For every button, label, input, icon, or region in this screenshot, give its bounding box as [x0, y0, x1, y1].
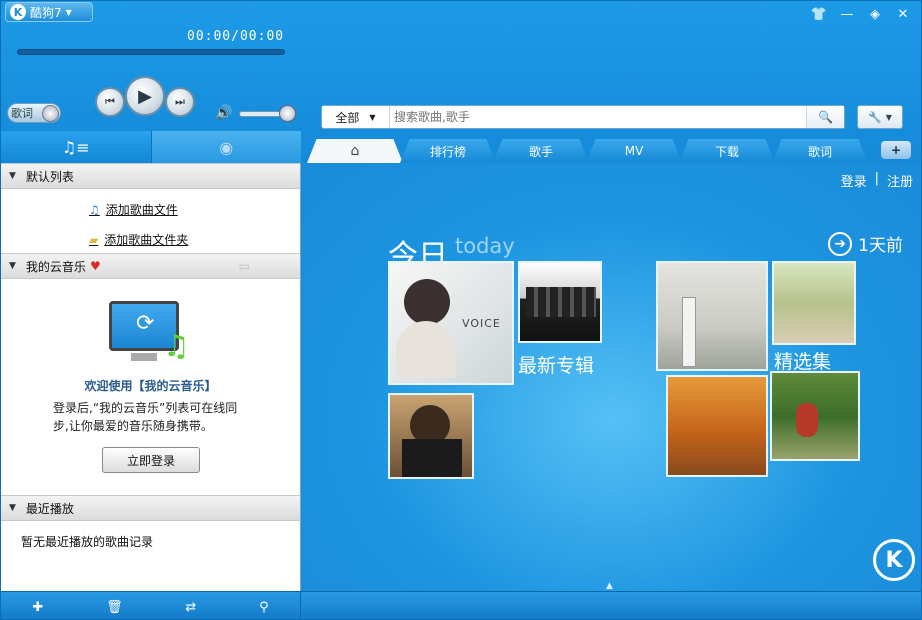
search-scope-label: 全部 — [335, 110, 360, 125]
tools-button[interactable]: 🔧 ▼ — [857, 105, 903, 129]
app-title: 酷狗7 — [30, 5, 62, 20]
featured-tile-bicycle[interactable] — [772, 261, 856, 345]
sidebar: ♫≡ ◉ ▼ 默认列表 ♫ 添加歌曲文件 ▰ 添加歌曲文件夹 ▼ 我的云音乐 ♥… — [1, 131, 301, 591]
add-tab-button[interactable]: + — [881, 141, 911, 159]
featured-tile-lighthouse[interactable] — [656, 261, 768, 371]
list-toolbar: ✚ 🗑 ⇄ ⚲ — [1, 592, 301, 619]
search-icon[interactable]: ⚲ — [259, 600, 269, 615]
album-cover-text: VOICE — [462, 317, 501, 330]
minimize-button[interactable]: — — [835, 5, 859, 23]
music-note-icon: ♫ — [89, 202, 100, 217]
search-bar: 全部 ▼ 🔍 — [321, 105, 845, 129]
heart-icon: ♥ — [89, 259, 101, 273]
trash-icon[interactable]: 🗑 — [106, 600, 123, 615]
mini-mode-button[interactable]: ◈ — [863, 5, 887, 23]
tab-charts[interactable]: 排行榜 — [400, 139, 496, 163]
recent-header[interactable]: ▼ 最近播放 — [1, 495, 300, 521]
recent-empty-text: 暂无最近播放的歌曲记录 — [21, 535, 154, 549]
separator: | — [874, 171, 879, 186]
arrow-right-icon: ➔ — [828, 231, 853, 256]
volume-icon[interactable]: 🔊 — [215, 105, 232, 121]
chevron-down-icon: ▼ — [65, 7, 72, 17]
register-link[interactable]: 注册 — [887, 171, 913, 190]
kugou-logo-icon: K — [10, 4, 26, 20]
sidebar-tabs: ♫≡ ◉ — [1, 131, 301, 163]
featured-label[interactable]: 精选集 — [774, 347, 831, 374]
add-folder-link[interactable]: ▰ 添加歌曲文件夹 — [89, 231, 188, 248]
recent-title: 最近播放 — [25, 501, 74, 516]
album-tile-band[interactable] — [518, 261, 602, 343]
lyric-toggle-label: 歌词 — [11, 107, 33, 120]
prev-day-link[interactable]: ➔ 1天前 — [828, 231, 903, 256]
search-input[interactable] — [390, 106, 806, 128]
cloud-music-title: 我的云音乐 — [25, 259, 86, 274]
music-note-icon: ♫ — [163, 329, 190, 364]
auth-links: 登录 | 注册 — [841, 171, 913, 190]
music-list-icon: ♫≡ — [61, 137, 90, 157]
next-icon: ⏭ — [175, 95, 185, 108]
search-icon: 🔍 — [818, 110, 833, 124]
play-icon: ▶ — [138, 85, 152, 107]
home-icon: ⌂ — [350, 143, 360, 159]
tab-disc[interactable]: ◉ — [151, 131, 301, 163]
prev-icon: ⏮ — [105, 95, 115, 108]
wrench-icon: 🔧 — [868, 110, 882, 124]
next-button[interactable]: ⏭ — [165, 87, 195, 117]
comment-icon[interactable]: ▭ — [239, 259, 250, 273]
new-albums-label[interactable]: 最新专辑 — [518, 351, 594, 378]
chevron-down-icon: ▼ — [369, 112, 376, 122]
login-link[interactable]: 登录 — [841, 171, 867, 190]
prev-button[interactable]: ⏮ — [95, 87, 125, 117]
skin-icon[interactable]: 👕 — [807, 5, 831, 23]
default-list-header[interactable]: ▼ 默认列表 — [1, 163, 300, 189]
tab-playlist[interactable]: ♫≡ — [1, 131, 152, 163]
tab-lyrics[interactable]: 歌词 — [772, 139, 868, 163]
cloud-music-header[interactable]: ▼ 我的云音乐 ♥ ▭ — [1, 253, 300, 279]
close-button[interactable]: ✕ — [891, 5, 915, 23]
shuffle-icon[interactable]: ⇄ — [185, 600, 196, 615]
bottom-bar: ✚ 🗑 ⇄ ⚲ — [1, 591, 921, 619]
featured-tile-garden[interactable] — [770, 371, 860, 461]
chevron-down-icon: ▼ — [885, 112, 892, 122]
add-icon[interactable]: ✚ — [32, 600, 43, 615]
add-file-link[interactable]: ♫ 添加歌曲文件 — [89, 201, 178, 218]
search-scope-select[interactable]: 全部 ▼ — [322, 106, 390, 128]
toggle-knob — [42, 105, 59, 122]
sync-icon: ⟳ — [136, 311, 155, 336]
disc-icon: ◉ — [219, 137, 234, 157]
window-controls: 👕 — ◈ ✕ — [807, 5, 915, 23]
cloud-welcome-desc: 登录后,“我的云音乐”列表可在线同步,让你最爱的音乐随身携带。 — [53, 401, 238, 433]
progress-bar[interactable] — [17, 49, 285, 55]
tab-mv[interactable]: MV — [586, 139, 682, 163]
add-file-label: 添加歌曲文件 — [105, 203, 178, 217]
add-folder-label: 添加歌曲文件夹 — [104, 233, 189, 247]
tab-home[interactable]: ⌂ — [307, 139, 403, 163]
play-button[interactable]: ▶ — [125, 76, 165, 116]
album-tile-voice[interactable]: VOICE — [388, 261, 514, 385]
kugou-watermark-icon: K — [873, 539, 915, 581]
folder-icon: ▰ — [89, 232, 99, 247]
tab-download[interactable]: 下载 — [679, 139, 775, 163]
tab-singers[interactable]: 歌手 — [493, 139, 589, 163]
tab-bar: ⌂ 排行榜 歌手 MV 下载 歌词 — [307, 139, 868, 163]
play-time: 00:00/00:00 — [187, 29, 285, 44]
prev-day-label: 1天前 — [858, 236, 903, 256]
kugou-window: K 酷狗7 ▼ 👕 — ◈ ✕ 00:00/00:00 歌词 ⏮ ▶ ⏭ 🔊 全… — [0, 0, 922, 620]
cloud-sync-illustration: ⟳ ♫ — [109, 301, 190, 365]
collapse-up-icon[interactable]: ▲ — [606, 581, 613, 591]
volume-knob[interactable] — [279, 105, 296, 122]
collapse-icon: ▼ — [9, 171, 16, 181]
search-button[interactable]: 🔍 — [806, 106, 844, 128]
featured-tile-autumn[interactable] — [666, 375, 768, 477]
app-menu-button[interactable]: K 酷狗7 ▼ — [5, 2, 93, 22]
today-subtitle: today — [455, 234, 515, 258]
default-list-title: 默认列表 — [25, 169, 74, 184]
collapse-icon: ▼ — [9, 261, 16, 271]
login-now-button[interactable]: 立即登录 — [102, 447, 200, 473]
collapse-icon: ▼ — [9, 503, 16, 513]
album-tile-portrait[interactable] — [388, 393, 474, 479]
lyric-toggle[interactable]: 歌词 — [7, 103, 61, 123]
cloud-welcome-title: 欢迎使用【我的云音乐】 — [84, 379, 217, 393]
main-content: 登录 | 注册 今日 today ➔ 1天前 VOICE 最新专辑 精选集 K … — [302, 163, 921, 591]
